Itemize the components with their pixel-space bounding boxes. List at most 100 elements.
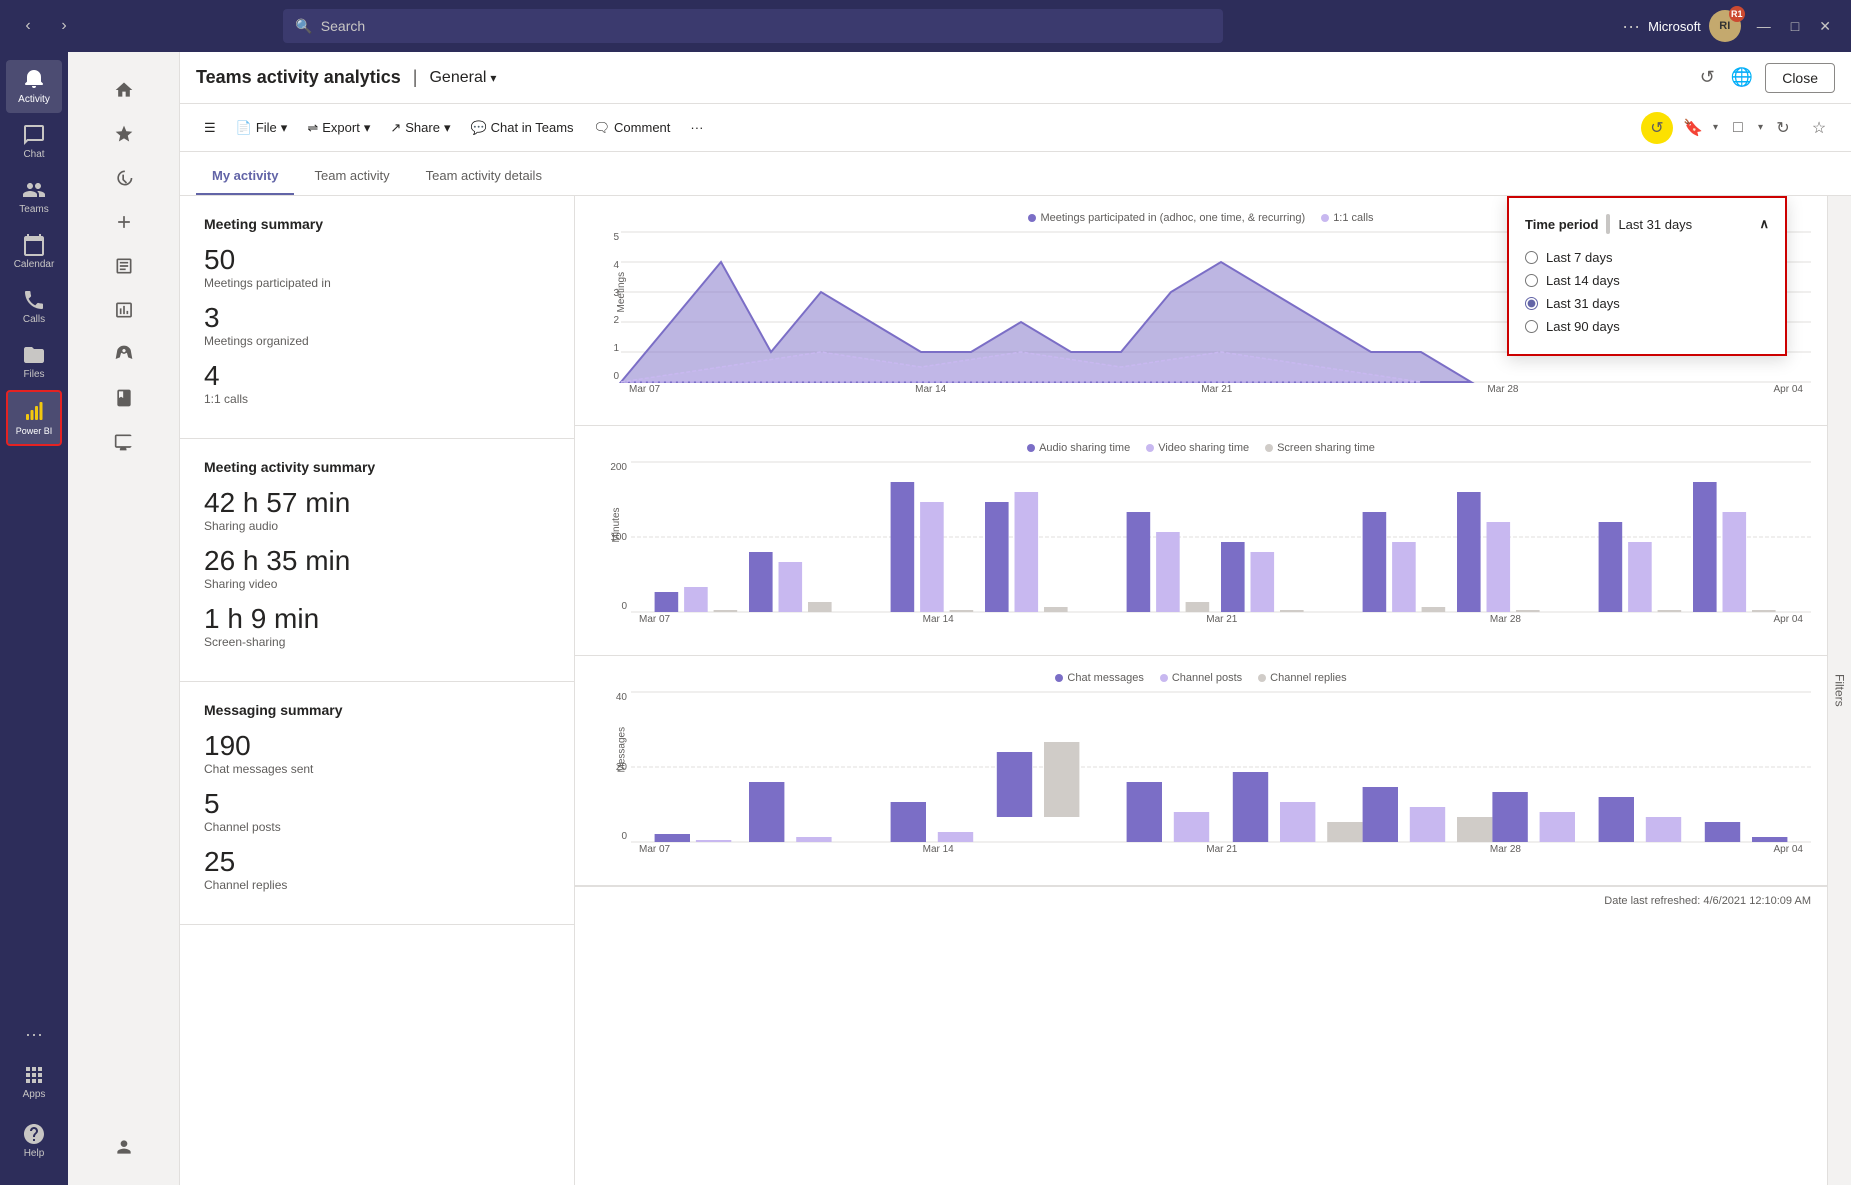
search-placeholder: Search: [321, 18, 365, 34]
filter-current-value: Last 31 days: [1618, 217, 1692, 232]
filter-option-31days[interactable]: Last 31 days: [1525, 292, 1769, 315]
channel-replies-value: 25: [204, 846, 550, 878]
sidebar-item-chat[interactable]: Chat: [6, 115, 62, 168]
filter-collapse-icon[interactable]: ∧: [1759, 216, 1769, 232]
calendar-icon: [22, 233, 46, 257]
comment-button[interactable]: 🗨 Comment: [586, 114, 679, 142]
sidebar-item-more[interactable]: ···: [6, 1016, 62, 1053]
secondary-item-recent[interactable]: [76, 156, 171, 200]
page-divider: |: [413, 67, 418, 88]
filters-tab[interactable]: Filters: [1827, 196, 1851, 1185]
secondary-item-person[interactable]: [76, 1125, 171, 1169]
secondary-item-book[interactable]: [76, 376, 171, 420]
bookmark-button[interactable]: 🔖: [1677, 112, 1709, 144]
meetings-participated-label: Meetings participated in: [204, 276, 550, 290]
file-chevron: ▾: [281, 120, 288, 136]
filter-option-14days[interactable]: Last 14 days: [1525, 269, 1769, 292]
sidebar-item-activity-label: Activity: [18, 94, 50, 105]
hamburger-button[interactable]: ☰: [196, 114, 224, 142]
sidebar-item-help-label: Help: [24, 1148, 45, 1159]
sidebar-item-calls-label: Calls: [23, 314, 45, 325]
messaging-summary-title: Messaging summary: [204, 702, 550, 718]
charts-area: Time period Last 31 days ∧ Last 7 days L…: [575, 196, 1827, 1185]
file-button[interactable]: 📄 File ▾: [228, 114, 296, 142]
sidebar-item-help[interactable]: Help: [6, 1114, 62, 1167]
avatar[interactable]: RI R1: [1709, 10, 1741, 42]
legend-dot-posts: [1160, 674, 1168, 682]
sidebar-item-activity[interactable]: Activity: [6, 60, 62, 113]
minimize-button[interactable]: —: [1749, 14, 1779, 39]
close-report-button[interactable]: Close: [1765, 63, 1835, 93]
sidebar-item-calendar[interactable]: Calendar: [6, 225, 62, 278]
messaging-legend: Chat messages Channel posts Channel repl…: [591, 672, 1811, 684]
secondary-item-workspace[interactable]: [76, 244, 171, 288]
forward-button[interactable]: ›: [48, 10, 80, 42]
search-bar[interactable]: 🔍 Search: [283, 9, 1223, 43]
person-icon: [114, 1137, 134, 1157]
sidebar-item-files-label: Files: [23, 369, 44, 380]
close-window-button[interactable]: ✕: [1811, 14, 1839, 39]
y-axis-label-messaging: Messages: [616, 727, 627, 773]
home-icon: [114, 80, 134, 100]
secondary-item-favorites[interactable]: [76, 112, 171, 156]
more-icon: ···: [25, 1024, 43, 1045]
meeting-activity-section: Meeting activity summary 42 h 57 min Sha…: [180, 439, 574, 682]
undo-button[interactable]: ↺: [1641, 112, 1673, 144]
legend-channel-replies: Channel replies: [1258, 672, 1346, 684]
sidebar-item-calls[interactable]: Calls: [6, 280, 62, 333]
screen-sharing-label: Screen-sharing: [204, 635, 550, 649]
sidebar-item-powerbi[interactable]: Power BI: [6, 390, 62, 446]
secondary-item-add[interactable]: [76, 200, 171, 244]
title-bar-right: ··· Microsoft RI R1 — □ ✕: [1622, 10, 1839, 42]
legend-dot-chat: [1055, 674, 1063, 682]
filter-radio-14days[interactable]: [1525, 274, 1538, 287]
favorite-button[interactable]: ☆: [1803, 112, 1835, 144]
view-button[interactable]: □: [1722, 112, 1754, 144]
share-button[interactable]: ↗ Share ▾: [382, 114, 458, 142]
clock-icon: [114, 168, 134, 188]
more-toolbar-button[interactable]: ···: [682, 114, 711, 141]
share-chevron: ▾: [444, 120, 451, 136]
sidebar-item-apps[interactable]: Apps: [6, 1055, 62, 1108]
secondary-item-monitor[interactable]: [76, 420, 171, 464]
restore-button[interactable]: □: [1783, 14, 1807, 39]
refresh-button[interactable]: ↺: [1696, 63, 1719, 92]
bookmark-chevron: ▾: [1713, 122, 1718, 133]
y-axis-label-meetings: Meetings: [616, 272, 627, 313]
filter-radio-7days[interactable]: [1525, 251, 1538, 264]
toolbar-right: ↺ 🔖 ▾ □ ▾ ↻ ☆: [1641, 112, 1835, 144]
page-subtitle[interactable]: General ▾: [429, 69, 496, 87]
nav-buttons: ‹ ›: [12, 10, 80, 42]
secondary-item-home[interactable]: [76, 68, 171, 112]
legend-meetings-participated: Meetings participated in (adhoc, one tim…: [1028, 212, 1305, 224]
filter-option-7days[interactable]: Last 7 days: [1525, 246, 1769, 269]
export-button[interactable]: ⇌ Export ▾: [299, 114, 378, 142]
page-title: Teams activity analytics: [196, 67, 401, 88]
secondary-item-rocket[interactable]: [76, 332, 171, 376]
filter-radio-31days[interactable]: [1525, 297, 1538, 310]
sidebar-item-files[interactable]: Files: [6, 335, 62, 388]
tab-my-activity[interactable]: My activity: [196, 158, 294, 195]
main-layout: Activity Chat Teams Calendar Calls: [0, 52, 1851, 1185]
filter-option-90days[interactable]: Last 90 days: [1525, 315, 1769, 338]
meetings-organized-label: Meetings organized: [204, 334, 550, 348]
more-options-button[interactable]: ···: [1622, 16, 1640, 37]
chat-in-teams-button[interactable]: 💬 Chat in Teams: [462, 114, 581, 142]
tab-team-activity[interactable]: Team activity: [298, 158, 405, 195]
sidebar-item-teams[interactable]: Teams: [6, 170, 62, 223]
content-area: Teams activity analytics | General ▾ ↺ 🌐…: [180, 52, 1851, 1185]
secondary-item-chart[interactable]: [76, 288, 171, 332]
tab-team-activity-details[interactable]: Team activity details: [410, 158, 558, 195]
globe-button[interactable]: 🌐: [1727, 63, 1757, 92]
powerbi-icon: [22, 400, 46, 424]
messaging-chart-container: Chat messages Channel posts Channel repl…: [575, 656, 1827, 886]
back-button[interactable]: ‹: [12, 10, 44, 42]
refresh-view-button[interactable]: ↻: [1767, 112, 1799, 144]
x-axis-labels-messaging: Mar 07Mar 14Mar 21Mar 28Apr 04: [631, 842, 1811, 855]
filter-panel-header: Time period Last 31 days ∧: [1525, 214, 1769, 234]
bell-icon: [22, 68, 46, 92]
filter-radio-90days[interactable]: [1525, 320, 1538, 333]
avatar-badge: R1: [1729, 6, 1745, 22]
share-icon: ↗: [390, 120, 401, 136]
page-header-right: ↺ 🌐 Close: [1696, 63, 1835, 93]
